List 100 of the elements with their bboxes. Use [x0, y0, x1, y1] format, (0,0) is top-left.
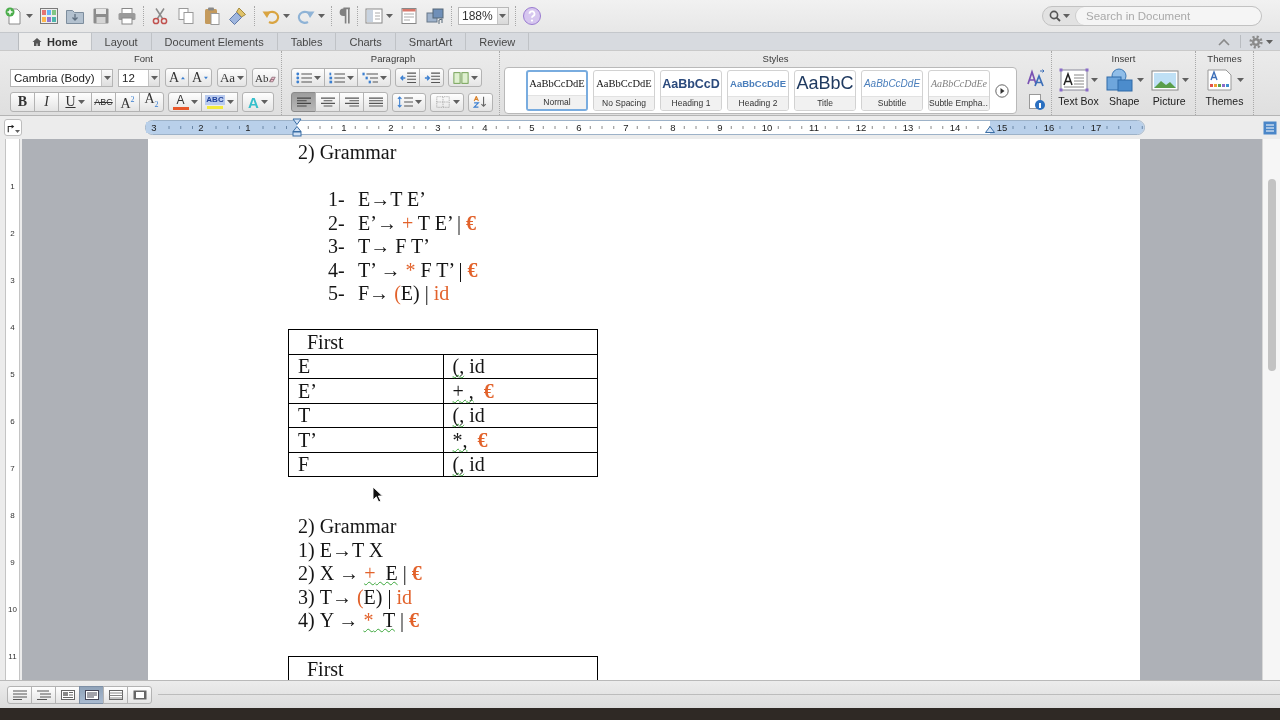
copy-icon[interactable] — [176, 6, 196, 26]
style-item[interactable]: AaBbC Title — [794, 70, 856, 111]
print-icon[interactable] — [117, 6, 137, 26]
caret-icon[interactable] — [386, 14, 393, 18]
caret-icon[interactable] — [26, 14, 33, 18]
shrink-font-button[interactable]: A — [188, 68, 212, 87]
tab-stop-button[interactable] — [4, 119, 22, 136]
multilevel-list-button[interactable] — [357, 68, 391, 87]
style-item[interactable]: AaBbCcDdE Heading 2 — [727, 70, 789, 111]
window-icon[interactable] — [399, 6, 419, 26]
caret-icon[interactable] — [1063, 14, 1070, 18]
publishing-view-button[interactable] — [55, 685, 80, 704]
underline-button[interactable]: U — [58, 92, 92, 112]
style-item[interactable]: AaBbCcDdE Subtitle — [861, 70, 923, 111]
line-spacing-button[interactable] — [392, 92, 426, 112]
numbered-list-icon — [328, 71, 345, 84]
caret-icon[interactable] — [283, 14, 290, 18]
style-item[interactable]: AaBbCcDdEe Subtle Empha… — [928, 70, 990, 111]
caret-icon[interactable] — [318, 14, 325, 18]
caret-icon[interactable] — [15, 130, 20, 133]
font-name-field[interactable]: Cambria (Body) — [10, 68, 113, 87]
scrollbar[interactable] — [1262, 139, 1280, 680]
subscript-button[interactable]: A$_{2}$ — [139, 92, 164, 112]
media-icon[interactable] — [425, 6, 445, 26]
lines-icon[interactable] — [1263, 120, 1277, 135]
align-left-button[interactable] — [291, 92, 316, 112]
outline-view-button[interactable] — [31, 685, 56, 704]
caret-icon[interactable] — [237, 75, 245, 80]
caret-icon[interactable] — [260, 100, 268, 104]
caret-icon[interactable] — [226, 100, 234, 104]
draft-view-button[interactable] — [7, 685, 32, 704]
strike-button[interactable]: ABC — [91, 92, 116, 112]
document-badge-icon[interactable] — [1027, 93, 1047, 111]
brush-icon[interactable] — [228, 6, 248, 26]
decrease-indent-button[interactable] — [395, 68, 420, 87]
caret-icon[interactable] — [1091, 78, 1098, 82]
case-font-button[interactable]: Aa — [217, 68, 247, 87]
themes-button[interactable]: Themes — [1205, 68, 1244, 107]
ruler-number: 2 — [10, 229, 15, 239]
ruler-number: 17 — [1088, 122, 1104, 133]
columns-button[interactable] — [448, 68, 482, 87]
caret-icon[interactable] — [379, 75, 387, 80]
superscript-button[interactable]: A$^{2}$ — [115, 92, 140, 112]
caret-icon[interactable] — [452, 100, 460, 104]
hourglass-marker-icon[interactable] — [292, 118, 302, 137]
ruler-number: 10 — [8, 605, 17, 615]
caret-icon[interactable] — [77, 100, 85, 104]
search-icon[interactable] — [1049, 10, 1061, 22]
clear-font-button[interactable]: Ab — [252, 68, 279, 87]
save-icon[interactable] — [91, 6, 111, 26]
style-item[interactable]: AaBbCcD Heading 1 — [660, 70, 722, 111]
scrollbar-thumb[interactable] — [1267, 179, 1276, 371]
italic-button[interactable]: I — [34, 92, 59, 112]
ruler-number: 12 — [853, 122, 869, 133]
bullets-button[interactable] — [291, 68, 325, 87]
numbering-button[interactable] — [324, 68, 358, 87]
scissors-icon[interactable] — [150, 6, 170, 26]
shape-button[interactable]: Shape — [1104, 68, 1144, 107]
font-size-field[interactable]: 12 — [118, 68, 160, 87]
text-styles-icon[interactable] — [1027, 69, 1047, 87]
increase-indent-button[interactable] — [419, 68, 444, 87]
caret-icon[interactable] — [414, 100, 422, 104]
help-icon[interactable] — [521, 6, 542, 26]
highlight-button[interactable]: ABC — [201, 92, 238, 112]
up-triangle-icon — [181, 75, 185, 80]
pilcrow-icon[interactable] — [338, 6, 351, 26]
search-field[interactable]: Search in Document — [1042, 6, 1262, 26]
caret-icon[interactable] — [1136, 78, 1144, 82]
font-color-button[interactable]: A — [168, 92, 202, 112]
grid-icon[interactable] — [39, 6, 59, 26]
ribbon-tab[interactable]: Home — [18, 33, 92, 50]
sort-button[interactable] — [468, 92, 493, 112]
caret-icon[interactable] — [1181, 78, 1189, 82]
align-center-button[interactable] — [315, 92, 340, 112]
grow-font-button[interactable]: A — [165, 68, 189, 87]
caret-icon[interactable] — [150, 75, 158, 80]
caret-icon[interactable] — [1266, 39, 1273, 44]
style-item[interactable]: AaBbCcDdE Normal — [526, 70, 588, 111]
focus-view-button[interactable] — [127, 685, 152, 704]
caret-icon[interactable] — [313, 75, 321, 80]
notebook-view-button[interactable] — [103, 685, 128, 704]
print-view-button[interactable] — [79, 685, 104, 704]
caret-icon[interactable] — [1237, 78, 1244, 82]
caret-icon[interactable] — [470, 75, 478, 80]
caret-icon[interactable] — [346, 75, 354, 80]
heading-text: 2) Grammar — [298, 515, 397, 539]
text-box-button[interactable]: Text Box — [1058, 68, 1099, 107]
caret-icon[interactable] — [190, 100, 198, 104]
borders-button[interactable] — [430, 92, 464, 112]
align-right-button[interactable] — [339, 92, 364, 112]
style-item[interactable]: AaBbCcDdE No Spacing — [593, 70, 655, 111]
new-document-icon[interactable] — [4, 6, 24, 26]
picture-button[interactable]: Picture — [1149, 68, 1189, 107]
clipboard-icon[interactable] — [202, 6, 222, 26]
bold-button[interactable]: B — [10, 92, 35, 112]
caret-icon[interactable] — [103, 75, 111, 80]
triangle-marker-icon[interactable] — [985, 126, 995, 133]
align-justify-button[interactable] — [363, 92, 388, 112]
caret-icon[interactable] — [499, 14, 507, 18]
zoom-field[interactable]: 188% — [458, 7, 509, 25]
